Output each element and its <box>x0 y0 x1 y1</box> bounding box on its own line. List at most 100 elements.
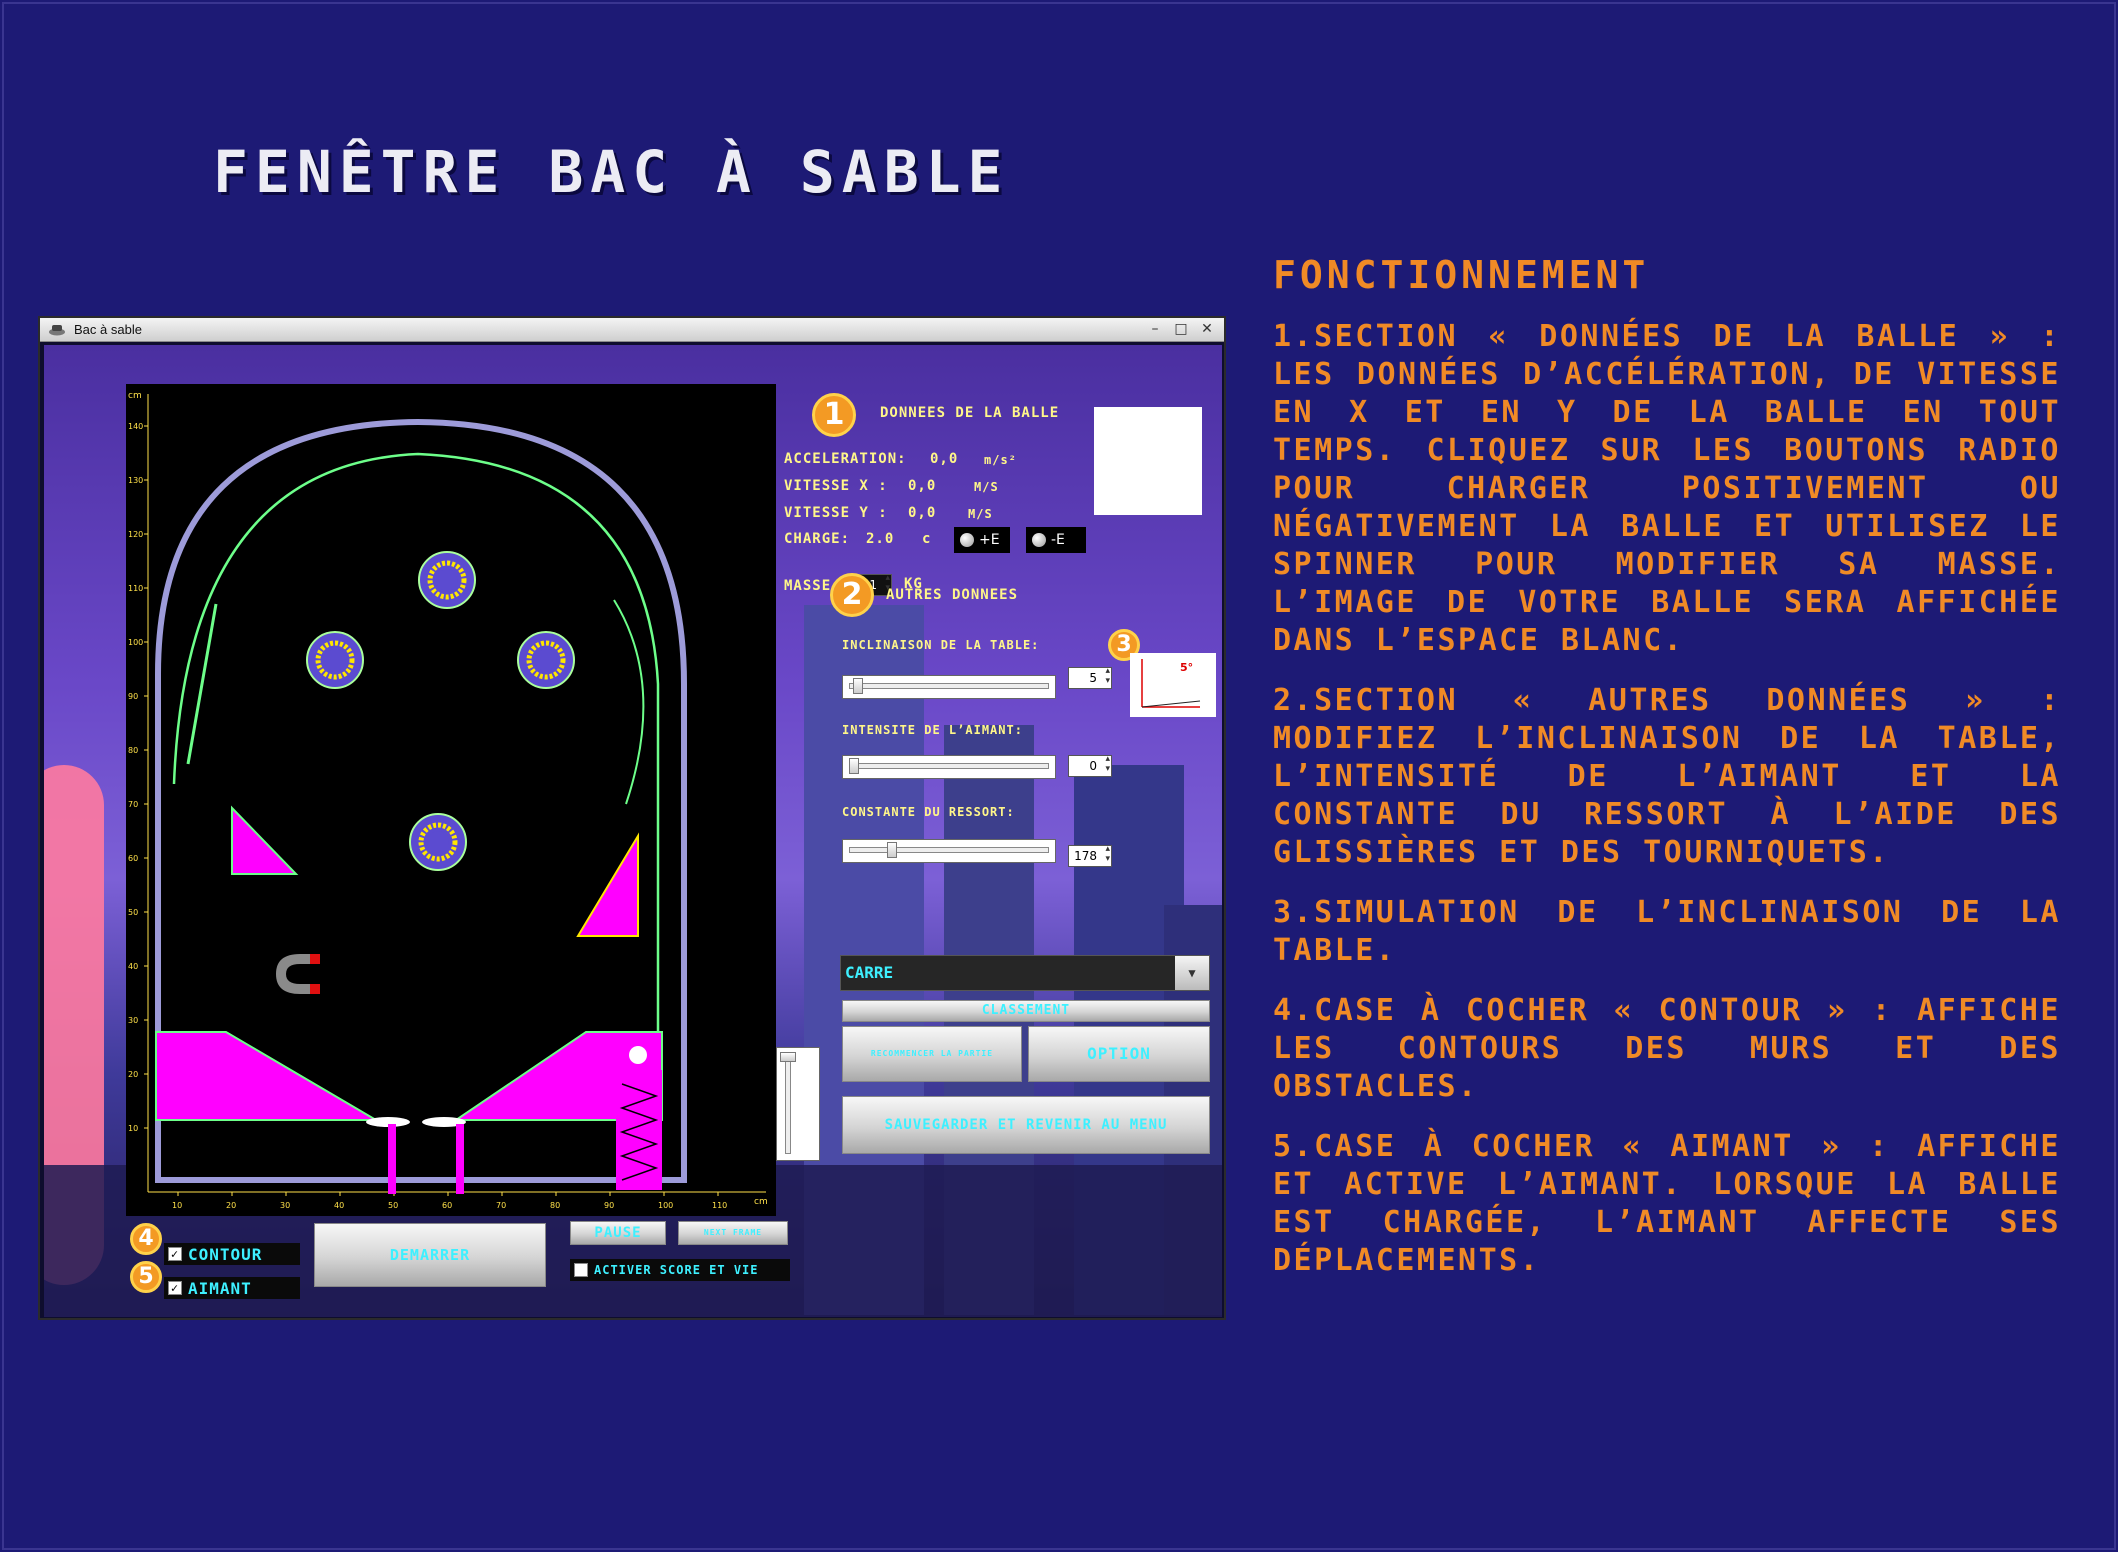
velocity-y-value: 0,0 <box>908 505 937 521</box>
contour-label: CONTOUR <box>188 1244 263 1264</box>
app-icon <box>49 325 65 336</box>
window-body: 140 130 120 110 100 90 80 70 60 50 40 30 20 10 10 20 30… <box>44 345 1222 1317</box>
section-badge-4: 4 <box>130 1223 162 1255</box>
maximize-button[interactable]: □ <box>1172 320 1190 338</box>
velocity-x-value: 0,0 <box>908 478 937 494</box>
plunger-slider-thumb[interactable] <box>780 1052 796 1062</box>
contour-checkbox[interactable]: ✓ CONTOUR <box>164 1243 300 1265</box>
slider-thumb[interactable] <box>887 842 897 858</box>
radio-icon <box>960 533 974 547</box>
spring-constant-slider[interactable] <box>842 839 1056 863</box>
magnet-intensity-label: INTENSITE DE L’AIMANT: <box>842 723 1023 737</box>
other-data-heading: AUTRES DONNEES <box>886 587 1019 603</box>
magnet-label: AIMANT <box>188 1278 252 1298</box>
pause-button[interactable]: PAUSE <box>570 1221 666 1245</box>
leaderboard-button[interactable]: CLASSEMENT <box>842 1000 1210 1022</box>
acceleration-label: ACCELERATION: <box>784 451 907 467</box>
section-badge-2: 2 <box>830 573 874 617</box>
y-axis-ticks: 140 130 120 110 100 90 80 70 60 50 40 30 20 10 <box>128 422 148 1133</box>
x-tick-label: 100 <box>658 1201 673 1210</box>
playfield-drawing: 140 130 120 110 100 90 80 70 60 50 40 30 20 10 10 20 30… <box>128 391 768 1210</box>
x-tick-label: 20 <box>226 1201 236 1210</box>
minimize-button[interactable]: – <box>1146 320 1164 338</box>
tilt-graph-icon <box>1141 659 1201 708</box>
info-item-4: 4.CASE À COCHER « CONTOUR » : AFFICHE LE… <box>1273 993 2061 1104</box>
window-titlebar: Bac à sable – □ ✕ <box>40 318 1224 342</box>
x-tick-label: 70 <box>496 1201 506 1210</box>
y-tick-label: 20 <box>128 1070 138 1079</box>
y-tick-label: 30 <box>128 1016 138 1025</box>
ball-data-heading: DONNEES DE LA BALLE <box>880 405 1060 421</box>
info-item-5: 5.CASE À COCHER « AIMANT » : AFFICHE ET … <box>1273 1129 2061 1278</box>
y-tick-label: 80 <box>128 746 138 755</box>
incline-spinner[interactable]: 5 <box>1068 666 1112 689</box>
x-tick-label: 110 <box>712 1201 727 1210</box>
magnet-checkbox[interactable]: ✓ AIMANT <box>164 1277 300 1299</box>
close-button[interactable]: ✕ <box>1198 320 1216 338</box>
ball <box>629 1046 647 1064</box>
save-and-menu-button[interactable]: SAUVEGARDER ET REVENIR AU MENU <box>842 1096 1210 1154</box>
negative-charge-radio[interactable]: -E <box>1026 527 1086 553</box>
option-button[interactable]: OPTION <box>1028 1026 1210 1082</box>
x-tick-label: 60 <box>442 1201 452 1210</box>
magnet-icon <box>276 954 320 994</box>
spring-constant-spinner[interactable]: 178 <box>1068 844 1112 867</box>
magnet-intensity-spinner[interactable]: 0 <box>1068 754 1112 777</box>
tilt-angle: 5° <box>1180 661 1194 674</box>
right-guide <box>613 599 645 805</box>
x-tick-label: 90 <box>604 1201 614 1210</box>
plunger-slider[interactable] <box>776 1047 820 1161</box>
info-item-3: 3.SIMULATION DE L’INCLINAISON DE LA TABL… <box>1273 895 2061 968</box>
y-tick-label: 10 <box>128 1124 138 1133</box>
right-triangle-obstacle <box>576 832 639 937</box>
chevron-down-icon[interactable]: ▼ <box>1175 956 1209 990</box>
left-guide <box>186 603 218 765</box>
slider-thumb[interactable] <box>852 678 863 694</box>
radio-label: +E <box>979 532 1000 548</box>
start-button[interactable]: DEMARRER <box>314 1223 546 1287</box>
x-tick-label: 50 <box>388 1201 398 1210</box>
incline-label: INCLINAISON DE LA TABLE: <box>842 638 1040 652</box>
charge-label: CHARGE: <box>784 531 851 547</box>
y-tick-label: 120 <box>128 530 143 539</box>
restart-button[interactable]: RECOMMENCER LA PARTIE <box>842 1026 1022 1082</box>
drain-post-right <box>456 1124 464 1194</box>
radio-label: -E <box>1051 532 1065 548</box>
bumper <box>306 631 364 689</box>
info-panel: 1.SECTION « DONNÉES DE LA BALLE » : LES … <box>1273 318 2061 1302</box>
slider-thumb[interactable] <box>849 758 859 774</box>
incline-slider[interactable] <box>842 675 1056 699</box>
section-badge-1: 1 <box>812 393 856 437</box>
section-badge-5: 5 <box>130 1261 162 1293</box>
acceleration-value: 0,0 <box>930 451 959 467</box>
ball-shape-select[interactable]: CARRE ▼ <box>840 955 1210 991</box>
y-tick-label: 70 <box>128 800 138 809</box>
radio-icon <box>1032 533 1046 547</box>
score-life-checkbox[interactable]: ACTIVER SCORE ET VIE <box>570 1259 790 1281</box>
y-tick-label: 140 <box>128 422 143 431</box>
info-item-2: 2.SECTION « AUTRES DONNÉES » : MODIFIEZ … <box>1273 683 2061 870</box>
y-tick-label: 50 <box>128 908 138 917</box>
left-flipper-ramp <box>155 1031 380 1121</box>
next-frame-button[interactable]: NEXT FRAME <box>678 1221 788 1245</box>
velocity-y-label: VITESSE Y : <box>784 505 888 521</box>
bumper <box>409 813 467 871</box>
y-tick-label: 90 <box>128 692 138 701</box>
y-tick-label: 100 <box>128 638 143 647</box>
bumper <box>418 551 476 609</box>
magnet-intensity-slider[interactable] <box>842 755 1056 779</box>
check-icon: ✓ <box>168 1281 182 1295</box>
x-axis-ticks: 10 20 30 40 50 60 70 80 90 100 110 <box>172 1192 727 1210</box>
bumper <box>517 631 575 689</box>
positive-charge-radio[interactable]: +E <box>954 527 1010 553</box>
y-tick-label: 110 <box>128 584 143 593</box>
pinball-playfield[interactable]: 140 130 120 110 100 90 80 70 60 50 40 30 20 10 10 20 30… <box>126 384 776 1216</box>
tilt-preview: 5° <box>1130 653 1216 717</box>
ball-shape-value: CARRE <box>845 963 894 982</box>
y-tick-label: 60 <box>128 854 138 863</box>
plunger-lane <box>616 1070 662 1190</box>
charge-value: 2.0 <box>866 531 895 547</box>
left-triangle-obstacle <box>231 805 299 875</box>
x-axis-unit: cm <box>754 1197 768 1207</box>
ball-image-preview <box>1094 407 1202 515</box>
